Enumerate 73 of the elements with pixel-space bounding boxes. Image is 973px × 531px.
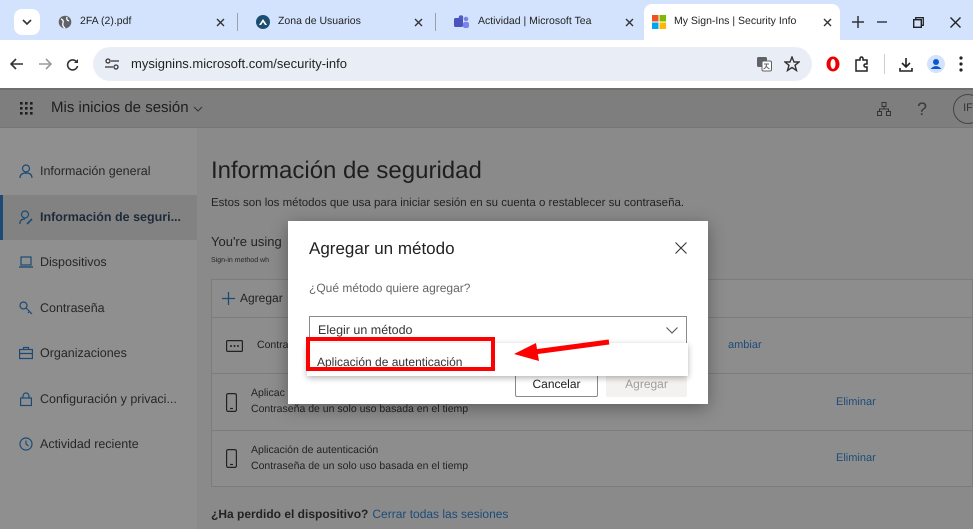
page-title: Información de seguridad <box>211 156 483 186</box>
method-name: Aplicación de autenticación <box>251 442 380 458</box>
tab-list-button[interactable] <box>14 9 40 35</box>
address-bar[interactable]: mysignins.microsoft.com/security-info <box>93 47 812 81</box>
method-name: Contra <box>257 338 290 353</box>
close-icon[interactable] <box>675 242 687 254</box>
globe-icon <box>58 15 72 29</box>
star-icon[interactable] <box>784 56 800 72</box>
org-chart-icon[interactable] <box>876 102 891 116</box>
forward-icon[interactable] <box>38 58 52 70</box>
site-settings-icon[interactable] <box>105 58 119 70</box>
sidebar-item[interactable]: Dispositivos <box>0 240 197 286</box>
four-squares-icon <box>652 15 666 29</box>
back-icon[interactable] <box>10 58 24 70</box>
method-action-link[interactable]: Eliminar <box>836 394 876 410</box>
triangle-logo-icon <box>256 15 270 29</box>
chevron-down-icon <box>666 326 678 334</box>
plus-icon <box>222 292 235 305</box>
app-title-menu[interactable]: Mis inicios de sesión <box>51 97 203 120</box>
browser-tab[interactable]: Actividad | Microsoft Tea <box>446 4 642 40</box>
method-detail: Contraseña de un solo uso basada en el tiemp <box>251 402 470 417</box>
sidebar-item[interactable]: Información de seguri... <box>0 194 197 240</box>
reload-icon[interactable] <box>66 58 79 70</box>
account-avatar[interactable]: IF <box>953 94 973 124</box>
method-action-link[interactable]: ambiar <box>728 337 762 354</box>
phone-icon <box>226 392 237 412</box>
add-method-button[interactable]: Agregar <box>222 280 283 317</box>
browser-tab[interactable]: My Sign-Ins | Security Info <box>644 4 840 40</box>
method-action-link[interactable]: Eliminar <box>836 450 876 467</box>
new-tab-icon[interactable] <box>852 16 864 28</box>
puzzle-icon[interactable] <box>854 56 870 72</box>
sidebar-item[interactable]: Información general <box>0 149 197 194</box>
minimize-icon[interactable] <box>877 21 887 23</box>
clock-icon <box>19 437 33 452</box>
app-launcher-icon[interactable] <box>20 102 33 115</box>
restore-icon[interactable] <box>913 16 924 28</box>
o-logo-icon[interactable] <box>826 56 840 72</box>
people-icon <box>454 15 470 29</box>
notice-title: You're using <box>211 233 282 252</box>
key-icon <box>19 300 33 316</box>
dialog-prompt: ¿Qué método quiere agregar? <box>309 280 470 297</box>
briefcase-icon <box>19 346 33 362</box>
method-detail: Contraseña de un solo uso basada en el tiemp <box>251 458 470 474</box>
phone-icon <box>226 449 237 468</box>
sidebar-item[interactable]: Contraseña <box>0 286 197 331</box>
method-name: Aplicac <box>251 386 286 402</box>
laptop-icon <box>19 255 33 270</box>
close-icon[interactable] <box>625 18 634 26</box>
dialog-title: Agregar un método <box>309 238 455 260</box>
browser-tab[interactable]: Zona de Usuarios <box>248 4 444 40</box>
download-icon[interactable] <box>899 56 913 72</box>
more-icon[interactable] <box>959 56 963 72</box>
sidebar-item[interactable]: Actividad reciente <box>0 422 197 468</box>
close-icon[interactable] <box>216 18 225 26</box>
sidebar-item[interactable]: Organizaciones <box>0 331 197 376</box>
password-dots-icon <box>226 340 243 352</box>
close-icon[interactable] <box>950 16 961 28</box>
close-icon[interactable] <box>823 18 832 26</box>
page-subtitle: Estos son los métodos que usa para iniciar sesión en su cuenta o restablecer su contraseña. <box>211 196 686 211</box>
chevron-down-icon <box>22 19 32 25</box>
lock-icon <box>19 392 33 407</box>
person-icon <box>19 164 33 180</box>
sidebar-item[interactable]: Configuración y privaci... <box>0 376 197 422</box>
translate-icon[interactable] <box>756 56 772 72</box>
person-edit-icon <box>19 210 33 225</box>
sign-out-everywhere-link[interactable]: Cerrar todas las sesiones <box>372 505 508 524</box>
lost-device-question: ¿Ha perdido el dispositivo? <box>211 506 368 524</box>
help-button[interactable]: ? <box>916 100 927 118</box>
chevron-down-icon <box>192 106 203 112</box>
close-icon[interactable] <box>414 18 423 26</box>
profile-icon[interactable] <box>927 55 945 73</box>
url-text: mysignins.microsoft.com/security-info <box>131 55 348 74</box>
browser-tab[interactable]: 2FA (2).pdf <box>50 4 246 40</box>
